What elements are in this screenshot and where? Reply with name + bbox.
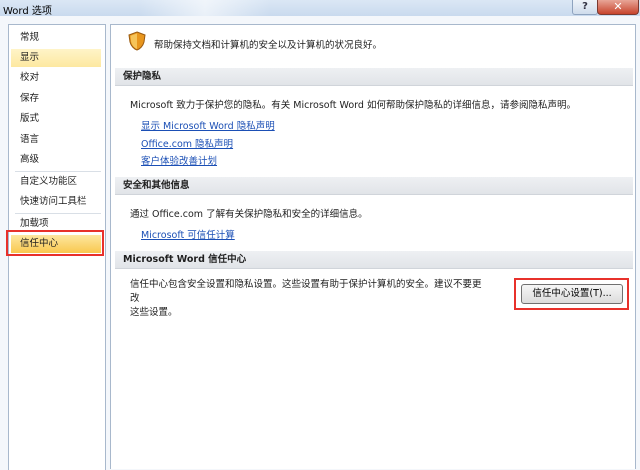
sidebar-item-display[interactable]: 显示 — [11, 49, 101, 67]
link-office-privacy-statement[interactable]: Office.com 隐私声明 — [141, 136, 233, 150]
privacy-text: Microsoft 致力于保护您的隐私。有关 Microsoft Word 如何… — [130, 100, 576, 111]
close-button[interactable]: ✕ — [597, 0, 639, 15]
link-customer-experience[interactable]: 客户体验改善计划 — [141, 153, 217, 167]
title-glass — [140, 0, 270, 16]
sidebar-item-general[interactable]: 常规 — [11, 29, 101, 47]
security-text: 通过 Office.com 了解有关保护隐私和安全的详细信息。 — [130, 209, 368, 220]
section-header-privacy: 保护隐私 — [115, 68, 633, 86]
title-bar: Word 选项 ? ✕ — [0, 0, 640, 17]
shield-icon — [128, 31, 146, 51]
sidebar-divider — [15, 213, 101, 214]
trust-center-text-line2: 这些设置。 — [130, 307, 178, 318]
close-icon: ✕ — [613, 0, 623, 13]
sidebar-item-quick-access-toolbar[interactable]: 快速访问工具栏 — [11, 193, 101, 211]
highlight-box-trust-center-settings — [514, 278, 629, 310]
window-title: Word 选项 — [3, 6, 52, 17]
link-word-privacy-statement[interactable]: 显示 Microsoft Word 隐私声明 — [141, 118, 275, 132]
section-header-security: 安全和其他信息 — [115, 177, 633, 195]
help-icon: ? — [582, 1, 588, 12]
sidebar-item-proofing[interactable]: 校对 — [11, 69, 101, 87]
word-options-dialog: Word 选项 ? ✕ 常规 显示 校对 保存 版式 语言 高级 自定义功能区 … — [0, 0, 640, 470]
link-trustworthy-computing[interactable]: Microsoft 可信任计算 — [141, 227, 235, 241]
sidebar-item-save[interactable]: 保存 — [11, 90, 101, 108]
sidebar-divider — [15, 171, 101, 172]
section-header-trust-center: Microsoft Word 信任中心 — [115, 251, 633, 269]
help-button[interactable]: ? — [572, 0, 598, 15]
sidebar-item-advanced[interactable]: 高级 — [11, 151, 101, 169]
trust-center-text-line1: 信任中心包含安全设置和隐私设置。这些设置有助于保护计算机的安全。建议不要更改 — [130, 279, 482, 304]
main-panel — [110, 24, 636, 469]
sidebar-item-language[interactable]: 语言 — [11, 131, 101, 149]
sidebar-item-layout[interactable]: 版式 — [11, 110, 101, 128]
intro-text: 帮助保持文档和计算机的安全以及计算机的状况良好。 — [154, 40, 383, 51]
highlight-box-trust-center — [6, 230, 104, 256]
trust-center-text: 信任中心包含安全设置和隐私设置。这些设置有助于保护计算机的安全。建议不要更改 这… — [130, 278, 490, 320]
sidebar-item-customize-ribbon[interactable]: 自定义功能区 — [11, 173, 101, 191]
